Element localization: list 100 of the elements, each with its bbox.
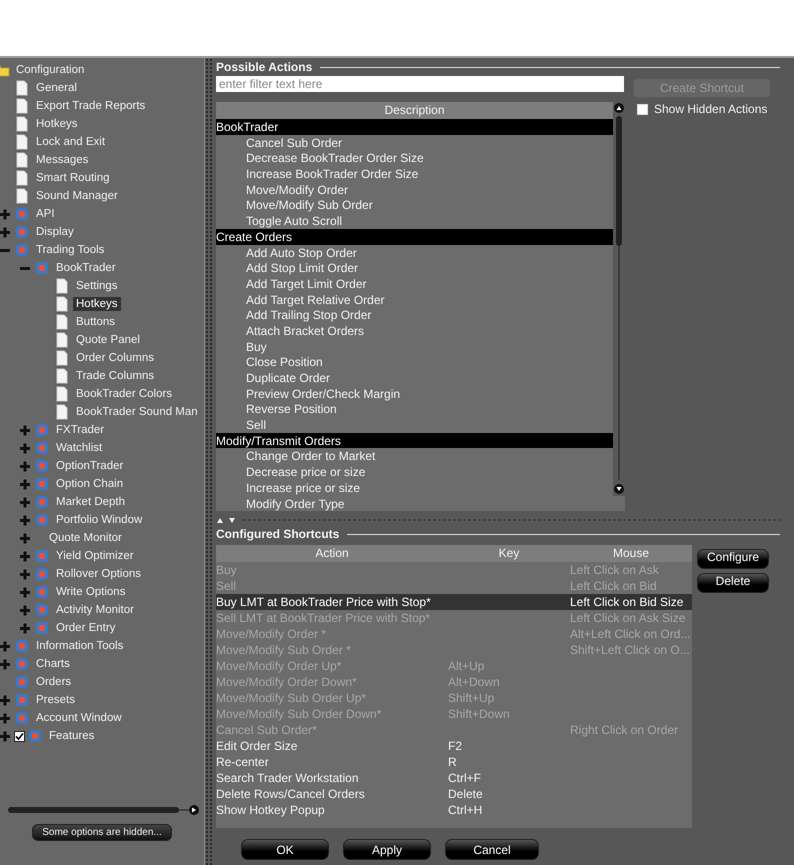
tree-item[interactable]: General [33, 81, 80, 95]
shortcut-button[interactable]: Delete [697, 573, 769, 594]
tree-item[interactable]: Hotkeys [73, 297, 121, 311]
tree-item[interactable]: Trade Columns [73, 369, 158, 383]
tree-item[interactable]: FXTrader [53, 423, 108, 437]
action-item[interactable]: Add Stop Limit Order [216, 260, 613, 276]
action-item[interactable]: Decrease price or size [216, 464, 613, 480]
action-item[interactable]: Cancel Sub Order [216, 134, 613, 150]
expand-icon[interactable] [18, 603, 32, 617]
expand-icon[interactable] [0, 729, 12, 743]
tree-item[interactable]: BookTrader Sound Man [73, 405, 201, 419]
table-cell: Shift+Up [448, 691, 494, 706]
action-item[interactable]: Attach Bracket Orders [216, 322, 613, 339]
expand-icon[interactable] [18, 567, 32, 581]
table-cell-text: Buy [216, 562, 238, 578]
expand-icon[interactable] [0, 711, 12, 725]
expand-icon[interactable] [0, 657, 12, 671]
action-item[interactable]: Decrease BookTrader Order Size [216, 150, 613, 166]
action-item[interactable]: Add Trailing Stop Order [216, 307, 613, 323]
shortcut-row[interactable]: Show Hotkey Popup Ctrl+H [216, 802, 692, 818]
tree-item[interactable]: Presets [33, 693, 78, 707]
tree-item[interactable]: Yield Optimizer [53, 549, 137, 563]
tree-item[interactable]: BookTrader [53, 261, 119, 275]
app-icon [34, 512, 50, 528]
action-item[interactable]: Sell [216, 417, 613, 433]
action-item[interactable]: Change Order to Market [216, 448, 613, 464]
expand-icon[interactable] [0, 639, 12, 653]
page-icon [54, 278, 70, 294]
action-item[interactable]: Add Auto Stop Order [216, 244, 613, 260]
tree-item[interactable]: Watchlist [53, 441, 106, 455]
expand-icon[interactable] [0, 693, 12, 707]
dialog-button[interactable]: Cancel [445, 839, 539, 860]
tree-item[interactable]: Activity Monitor [53, 603, 137, 617]
expand-icon[interactable] [18, 441, 32, 455]
page-icon [54, 404, 70, 420]
expand-icon[interactable] [18, 531, 32, 545]
action-item[interactable]: Duplicate Order [216, 370, 613, 386]
checkbox[interactable] [14, 730, 25, 742]
expand-icon[interactable] [18, 549, 32, 563]
tree-item[interactable]: Export Trade Reports [33, 99, 148, 113]
vertical-scrollbar[interactable] [613, 102, 625, 496]
filter-field[interactable]: enter filter text here [216, 76, 624, 92]
action-item[interactable]: Increase price or size [216, 480, 613, 496]
action-item[interactable]: Preview Order/Check Margin [216, 386, 613, 402]
tree-item[interactable]: Hotkeys [33, 117, 81, 131]
tree-item[interactable]: BookTrader Colors [73, 387, 176, 401]
table-cell-text: Buy LMT at BookTrader Price with Stop* [216, 594, 432, 610]
tree-item[interactable]: Trading Tools [33, 243, 108, 257]
tree-item[interactable]: Charts [33, 657, 73, 671]
action-item[interactable]: Move/Modify Sub Order [216, 197, 613, 214]
expand-icon[interactable] [18, 513, 32, 527]
tree-item[interactable]: Order Entry [53, 621, 118, 635]
action-item[interactable]: Modify Order Type [216, 496, 613, 512]
shortcut-row[interactable]: Delete Rows/Cancel Orders Delete [216, 786, 692, 802]
tree-item[interactable]: Orders [33, 675, 74, 689]
dialog-button[interactable]: Apply [343, 839, 431, 860]
tree-item[interactable]: Market Depth [53, 495, 128, 509]
action-item[interactable]: Add Target Limit Order [216, 276, 613, 292]
tree-item[interactable]: Lock and Exit [33, 135, 108, 149]
expand-icon[interactable] [0, 225, 12, 239]
tree-item[interactable]: Sound Manager [33, 189, 121, 203]
tree-item[interactable]: Settings [73, 279, 121, 293]
tree-item[interactable]: Rollover Options [53, 567, 144, 581]
tree-item[interactable]: Messages [33, 153, 92, 167]
tree-item[interactable]: Features [46, 729, 98, 743]
expand-icon[interactable] [0, 207, 12, 221]
tree-item[interactable]: API [33, 207, 58, 221]
expand-icon[interactable] [18, 459, 32, 473]
tree-item[interactable]: Order Columns [73, 351, 157, 365]
action-item[interactable]: Move/Modify Order [216, 182, 613, 198]
tree-item[interactable]: Quote Monitor [46, 531, 125, 545]
tree-item[interactable]: Quote Panel [73, 333, 143, 347]
action-item[interactable]: Add Target Relative Order [216, 292, 613, 308]
action-item[interactable]: Close Position [216, 354, 613, 370]
tree-item[interactable]: Option Chain [53, 477, 126, 491]
tree-item[interactable]: OptionTrader [53, 459, 126, 473]
tree-item[interactable]: Smart Routing [33, 171, 113, 185]
action-item[interactable]: Toggle Auto Scroll [216, 213, 613, 229]
action-item[interactable]: Increase BookTrader Order Size [216, 166, 613, 182]
expand-icon[interactable] [18, 423, 32, 437]
expand-icon[interactable] [18, 477, 32, 491]
expand-icon[interactable] [18, 495, 32, 509]
dialog-button[interactable]: OK [241, 839, 329, 860]
tree-item[interactable]: Information Tools [33, 639, 126, 653]
tree-item[interactable]: Display [33, 225, 77, 239]
hidden-options-button[interactable]: Some options are hidden... [32, 824, 172, 841]
tree-item[interactable]: Portfolio Window [53, 513, 146, 527]
action-item[interactable]: Reverse Position [216, 401, 613, 418]
tree-item[interactable]: Configuration [13, 63, 88, 77]
splitter-arrows-icon[interactable] [216, 517, 236, 524]
tree-item[interactable]: Account Window [33, 711, 125, 725]
tree-item[interactable]: Write Options [53, 585, 128, 599]
shortcut-row[interactable]: Edit Order Size F2 [216, 738, 692, 754]
expand-icon[interactable] [18, 585, 32, 599]
shortcut-row[interactable]: Re-center R [216, 754, 692, 770]
shortcut-button[interactable]: Configure [697, 549, 769, 570]
tree-item[interactable]: Buttons [73, 315, 118, 329]
action-item[interactable]: Buy [216, 338, 613, 354]
expand-icon[interactable] [18, 621, 32, 635]
shortcut-row[interactable]: Search Trader Workstation Ctrl+F [216, 770, 692, 786]
